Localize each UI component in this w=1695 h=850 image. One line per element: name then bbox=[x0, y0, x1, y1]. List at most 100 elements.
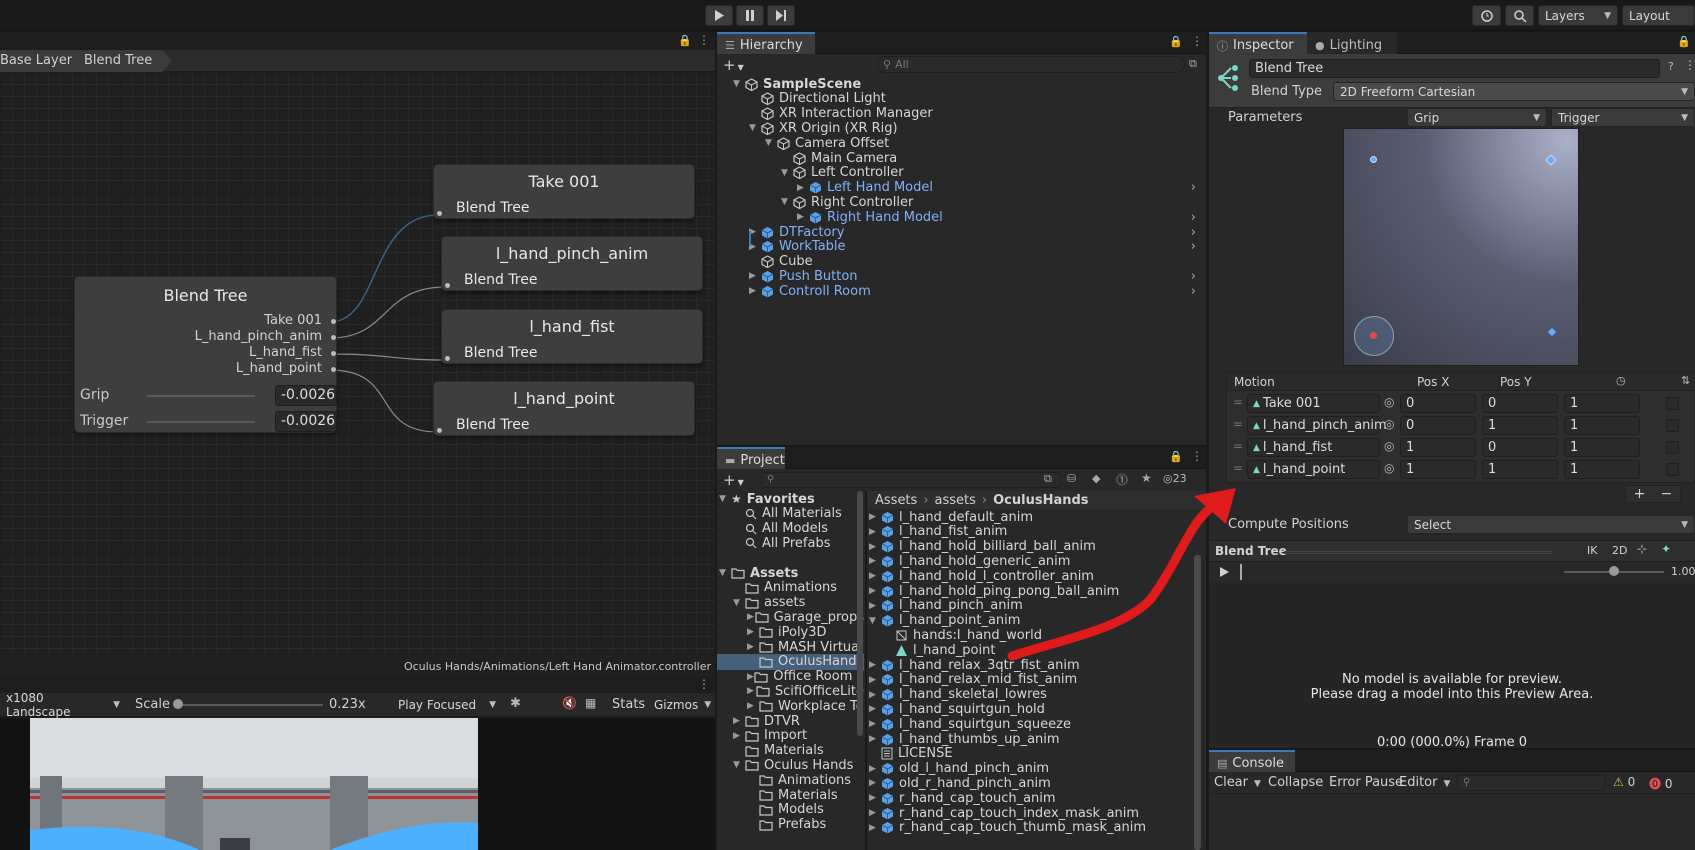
chevron-right-icon[interactable]: › bbox=[1191, 225, 1196, 240]
chevron-down-icon[interactable]: ▼ bbox=[733, 79, 745, 89]
project-file-item[interactable]: ▶ l_hand_pinch_anim bbox=[867, 598, 1192, 614]
warning-count-button[interactable]: ⚠ 0 bbox=[1613, 775, 1635, 789]
layout-dropdown[interactable]: Layout bbox=[1622, 5, 1695, 26]
play-button[interactable] bbox=[705, 5, 733, 26]
object-picker-icon[interactable]: ◎ bbox=[1384, 461, 1394, 475]
folder-tree-item[interactable]: ▶ Office Room F bbox=[717, 669, 864, 685]
speed-field[interactable]: 1 bbox=[1564, 416, 1640, 435]
pos-x-field[interactable]: 0 bbox=[1400, 394, 1476, 413]
chevron-down-icon[interactable]: ▼ bbox=[733, 760, 745, 770]
chevron-right-icon[interactable]: ▶ bbox=[869, 719, 881, 729]
mirror-checkbox[interactable] bbox=[1666, 441, 1679, 454]
tab-project[interactable]: ▬ Project bbox=[717, 447, 785, 469]
folder-tree-item[interactable]: Materials bbox=[717, 787, 864, 803]
playhead[interactable] bbox=[1240, 564, 1242, 580]
grid-icon[interactable]: ▦ bbox=[585, 696, 596, 710]
clear-button[interactable]: Clear ▼ bbox=[1214, 775, 1261, 790]
speed-slider-handle[interactable] bbox=[1609, 566, 1619, 576]
more-menu-icon[interactable]: ⋮ bbox=[1684, 58, 1695, 72]
project-file-item[interactable]: ▶ l_hand_default_anim bbox=[867, 509, 1192, 525]
hierarchy-item[interactable]: ▼ Left Controller bbox=[717, 165, 1206, 181]
trigger-param[interactable]: Trigger -0.0026 bbox=[80, 411, 337, 433]
more-menu-icon[interactable]: ⋮ bbox=[1191, 34, 1203, 48]
play-mode-dropdown[interactable]: Play Focused ▼ bbox=[392, 695, 502, 715]
filter-icon[interactable]: ⛁ bbox=[1067, 472, 1076, 485]
chevron-right-icon[interactable]: ▶ bbox=[869, 793, 881, 803]
speed-field[interactable]: 1 bbox=[1564, 438, 1640, 457]
tab-hierarchy[interactable]: ☰ Hierarchy bbox=[717, 32, 815, 54]
hierarchy-item[interactable]: ▶ Push Button › bbox=[717, 268, 1206, 284]
compute-positions-dropdown[interactable]: Select ▼ bbox=[1407, 515, 1695, 534]
project-file-item[interactable]: LICENSE bbox=[867, 746, 1192, 762]
param-slider[interactable] bbox=[147, 395, 255, 397]
folder-tree-item[interactable]: ▶ Import bbox=[717, 728, 864, 744]
gizmos-dropdown[interactable]: Gizmos ▼ bbox=[648, 695, 715, 715]
file-list-scrollbar[interactable] bbox=[1194, 555, 1201, 850]
pos-y-field[interactable]: 0 bbox=[1482, 394, 1558, 413]
chevron-right-icon[interactable]: ▶ bbox=[869, 675, 881, 685]
tab-console[interactable]: ▤ Console bbox=[1209, 750, 1295, 772]
preview-area[interactable]: No model is available for preview. Pleas… bbox=[1209, 582, 1695, 750]
drag-handle[interactable] bbox=[1284, 551, 1552, 554]
blend-space-graph[interactable] bbox=[1343, 128, 1579, 366]
motion-node-take001[interactable]: Take 001 Blend Tree bbox=[433, 164, 695, 219]
folder-tree-item[interactable]: ▼ Oculus Hands bbox=[717, 757, 864, 773]
project-file-item[interactable]: ▶ r_hand_cap_touch_anim bbox=[867, 790, 1192, 806]
pos-y-field[interactable]: 0 bbox=[1482, 438, 1558, 457]
avatar-icon[interactable]: ✦ bbox=[1661, 542, 1671, 556]
chevron-right-icon[interactable]: ▶ bbox=[869, 512, 881, 522]
error-count-button[interactable]: ⓿ 0 bbox=[1649, 775, 1672, 792]
project-file-item[interactable]: ▼ l_hand_point_anim bbox=[867, 613, 1192, 629]
chevron-right-icon[interactable]: ▶ bbox=[869, 542, 881, 552]
folder-tree-item[interactable]: Materials bbox=[717, 743, 864, 759]
param-x-dropdown[interactable]: Grip ▼ bbox=[1407, 108, 1547, 127]
mirror-checkbox[interactable] bbox=[1666, 463, 1679, 476]
layers-dropdown[interactable]: Layers ▼ bbox=[1538, 5, 1618, 26]
project-file-item[interactable]: ▶ r_hand_cap_touch_index_mask_anim bbox=[867, 805, 1192, 821]
hierarchy-item[interactable]: ▼ XR Origin (XR Rig) bbox=[717, 120, 1206, 136]
chevron-down-icon[interactable]: ▼ bbox=[765, 138, 777, 148]
folder-tree-item[interactable]: Animations bbox=[717, 580, 864, 596]
speed-field[interactable]: 1 bbox=[1564, 394, 1640, 413]
hierarchy-item[interactable]: Main Camera bbox=[717, 150, 1206, 166]
hierarchy-item[interactable]: ▶ Left Hand Model › bbox=[717, 180, 1206, 196]
chevron-right-icon[interactable]: ▶ bbox=[749, 271, 761, 281]
resolution-dropdown[interactable]: x1080 Landscape ▼ bbox=[0, 691, 126, 719]
project-file-item[interactable]: ▶ l_hand_hold_l_controller_anim bbox=[867, 568, 1192, 584]
pos-x-field[interactable]: 0 bbox=[1400, 416, 1476, 435]
hierarchy-item[interactable]: ▼ Camera Offset bbox=[717, 135, 1206, 151]
motion-field[interactable]: ▲ Take 001 bbox=[1247, 394, 1380, 413]
chevron-down-icon[interactable]: ▼ bbox=[749, 123, 761, 133]
chevron-down-icon[interactable]: ▼ bbox=[781, 197, 793, 207]
hidden-count[interactable]: ◎23 bbox=[1163, 472, 1187, 485]
search-by-type-icon[interactable]: ⧉ bbox=[1044, 472, 1052, 486]
bug-icon[interactable]: ✱ bbox=[510, 696, 521, 711]
chevron-right-icon[interactable]: ▶ bbox=[747, 686, 756, 696]
chevron-right-icon[interactable]: ▶ bbox=[749, 286, 761, 296]
folder-tree-item[interactable]: Models bbox=[717, 802, 864, 818]
play-icon[interactable] bbox=[1219, 567, 1229, 577]
motion-point[interactable] bbox=[1370, 156, 1377, 163]
project-file-item[interactable]: ▶ l_hand_fist_anim bbox=[867, 524, 1192, 540]
project-file-item[interactable]: ▶ old_r_hand_pinch_anim bbox=[867, 775, 1192, 791]
chevron-down-icon[interactable]: ▼ bbox=[781, 168, 793, 178]
chevron-right-icon[interactable]: ▶ bbox=[733, 731, 745, 741]
help-icon[interactable]: ? bbox=[1668, 60, 1674, 73]
motion-point[interactable] bbox=[1547, 327, 1557, 337]
chevron-right-icon[interactable]: ▶ bbox=[747, 672, 754, 682]
hierarchy-item[interactable]: ▶ DTFactory › bbox=[717, 224, 1206, 240]
project-file-item[interactable]: ▶ l_hand_hold_ping_pong_ball_anim bbox=[867, 583, 1192, 599]
hierarchy-item[interactable]: ▶ Right Hand Model › bbox=[717, 209, 1206, 225]
chevron-right-icon[interactable]: ▶ bbox=[869, 764, 881, 774]
chevron-down-icon[interactable]: ▼ bbox=[719, 494, 731, 504]
project-file-item[interactable]: ▶ l_hand_squirtgun_squeeze bbox=[867, 716, 1192, 732]
audio-mute-icon[interactable]: 🔇 bbox=[562, 696, 577, 710]
scale-slider-handle[interactable] bbox=[173, 699, 183, 709]
chevron-right-icon[interactable]: ▶ bbox=[869, 660, 881, 670]
hierarchy-item[interactable]: XR Interaction Manager bbox=[717, 106, 1206, 122]
folder-tree-item[interactable]: Prefabs bbox=[717, 817, 864, 833]
scene-visibility-icon[interactable]: ⧉ bbox=[1189, 57, 1197, 71]
chevron-right-icon[interactable]: ▶ bbox=[869, 601, 881, 611]
chevron-right-icon[interactable]: ▶ bbox=[869, 704, 881, 714]
project-file-item[interactable]: ▶ l_hand_relax_mid_fist_anim bbox=[867, 672, 1192, 688]
